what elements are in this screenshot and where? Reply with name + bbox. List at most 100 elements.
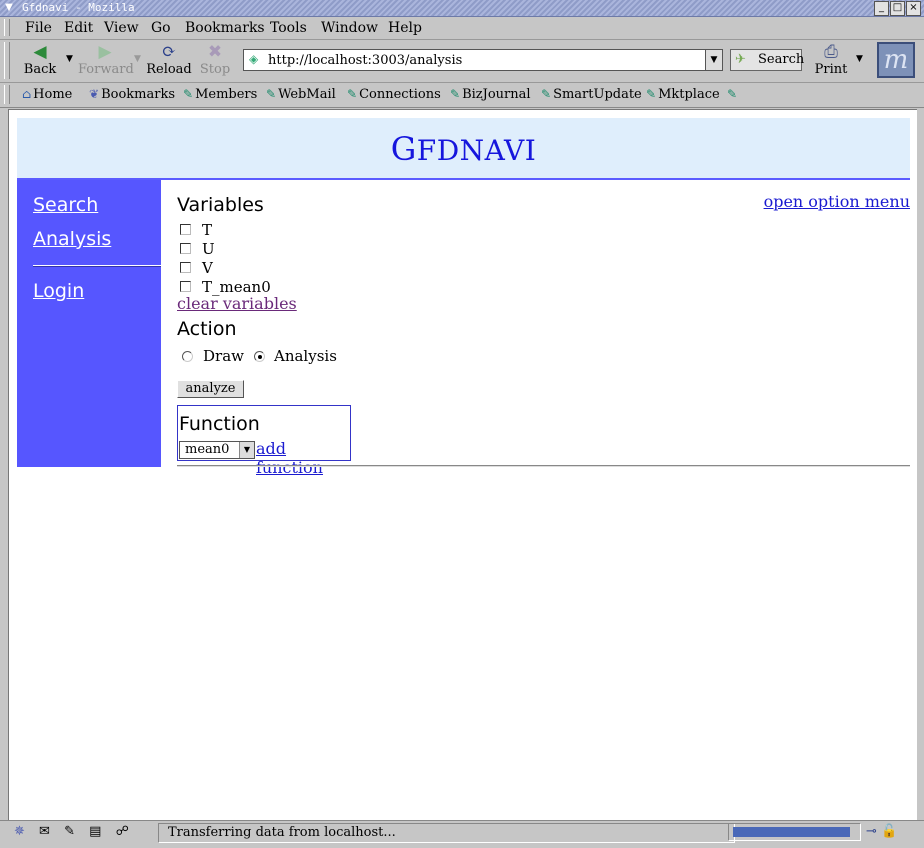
page-content: GFDNAVI Search Analysis Login open optio…: [8, 109, 917, 820]
variables-heading: Variables: [177, 194, 264, 216]
page-proxy-icon[interactable]: ◈: [249, 52, 258, 66]
back-dropdown-icon[interactable]: ▼: [66, 54, 73, 64]
forward-button[interactable]: ▶ Forward: [78, 42, 134, 77]
menu-window[interactable]: Window: [321, 20, 378, 36]
minimize-button[interactable]: _: [874, 1, 889, 16]
print-label: Print: [814, 62, 848, 77]
search-label: Search: [758, 52, 805, 67]
bookmarks-link[interactable]: ❦ Bookmarks: [89, 87, 175, 102]
status-text: Transferring data from localhost...: [158, 823, 735, 843]
variable-label-v: V: [202, 259, 213, 277]
menubar-grip[interactable]: [4, 19, 10, 36]
address-book-icon[interactable]: ▤: [89, 824, 101, 839]
composer-icon[interactable]: ✎: [64, 824, 75, 839]
variable-label-t: T: [202, 221, 213, 239]
variable-checkbox-v[interactable]: [180, 262, 191, 273]
bookmark-icon: ✎: [541, 87, 552, 101]
navigator-icon[interactable]: ✵: [14, 824, 25, 839]
irc-chat-icon[interactable]: ☍: [116, 824, 129, 839]
menu-file[interactable]: File: [25, 20, 52, 36]
back-button[interactable]: ◀ Back: [22, 42, 58, 77]
mktplace-link[interactable]: ✎ Mktplace: [646, 87, 720, 102]
toolbar-grip[interactable]: [4, 42, 10, 79]
webmail-label: WebMail: [278, 87, 336, 102]
menu-tools[interactable]: Tools: [270, 20, 307, 36]
status-bar: ✵ ✉ ✎ ▤ ☍ Transferring data from localho…: [0, 820, 924, 848]
members-link[interactable]: ✎ Members: [183, 87, 257, 102]
action-heading: Action: [177, 318, 237, 340]
home-link[interactable]: ⌂ Home: [22, 87, 72, 102]
component-bar: ✵ ✉ ✎ ▤ ☍: [14, 824, 139, 839]
sidebar-divider: [33, 265, 161, 267]
maximize-button[interactable]: □: [890, 1, 905, 16]
reload-label: Reload: [146, 62, 192, 77]
bookmarks-label: Bookmarks: [101, 87, 175, 102]
open-option-menu-link[interactable]: open option menu: [764, 192, 910, 211]
url-history-dropdown-icon[interactable]: ▼: [705, 50, 722, 70]
webmail-link[interactable]: ✎ WebMail: [266, 87, 336, 102]
home-icon: ⌂: [22, 87, 32, 101]
smartupdate-label: SmartUpdate: [553, 87, 642, 102]
function-heading: Function: [179, 413, 260, 435]
bookmark-icon: ✎: [183, 87, 194, 101]
analyze-button[interactable]: analyze: [177, 380, 244, 398]
menu-edit[interactable]: Edit: [64, 20, 93, 36]
home-label: Home: [33, 87, 73, 102]
menu-go[interactable]: Go: [151, 20, 171, 36]
search-button[interactable]: ✈ Search: [730, 49, 805, 71]
window-title: Gfdnavi - Mozilla: [22, 1, 135, 14]
function-selected-value: mean0: [185, 442, 230, 457]
bookmarks-icon: ❦: [89, 87, 100, 101]
function-panel: Function mean0 ▼ add function: [177, 405, 351, 477]
variable-checkbox-u[interactable]: [180, 243, 191, 254]
url-input[interactable]: [268, 51, 688, 69]
mozilla-throbber-icon[interactable]: m: [877, 42, 915, 78]
reload-icon: ⟳: [161, 42, 177, 62]
print-dropdown-icon[interactable]: ▼: [856, 54, 863, 64]
stop-button[interactable]: ✖ Stop: [199, 42, 231, 77]
window-menu-icon[interactable]: ▼: [3, 2, 15, 13]
forward-dropdown-icon[interactable]: ▼: [134, 54, 141, 64]
menu-bar: File Edit View Go Bookmarks Tools Window…: [0, 17, 924, 40]
bizjournal-label: BizJournal: [462, 87, 531, 102]
bizjournal-link[interactable]: ✎ BizJournal: [450, 87, 531, 102]
connections-link[interactable]: ✎ Connections: [347, 87, 441, 102]
sidebar-item-login[interactable]: Login: [33, 280, 84, 302]
site-logo: GFDNAVI: [391, 130, 537, 168]
action-radio-analysis[interactable]: [254, 351, 265, 362]
variable-checkbox-t-mean0[interactable]: [180, 281, 191, 292]
function-select[interactable]: mean0 ▼: [179, 441, 255, 459]
stop-label: Stop: [199, 62, 231, 77]
online-status-icon[interactable]: ⊸: [866, 824, 877, 839]
personal-toolbar-grip[interactable]: [4, 85, 10, 104]
content-divider: [177, 465, 910, 467]
close-button[interactable]: ×: [906, 1, 921, 16]
sidebar-item-analysis[interactable]: Analysis: [33, 228, 111, 250]
add-function-link[interactable]: add function: [256, 439, 350, 477]
print-button[interactable]: ⎙ Print: [812, 42, 850, 77]
reload-button[interactable]: ⟳ Reload: [146, 42, 192, 77]
stop-icon: ✖: [207, 42, 223, 62]
forward-arrow-icon: ▶: [98, 42, 112, 62]
smartupdate-link[interactable]: ✎ SmartUpdate: [541, 87, 642, 102]
members-label: Members: [195, 87, 258, 102]
url-bar[interactable]: ◈ ▼: [243, 49, 723, 71]
sidebar-item-search[interactable]: Search: [33, 194, 98, 216]
menu-bookmarks[interactable]: Bookmarks: [185, 20, 265, 36]
status-icons-right: ⊸ 🔓: [866, 824, 897, 839]
mail-icon[interactable]: ✉: [39, 824, 50, 839]
more-bookmarks-icon[interactable]: ✎: [727, 87, 739, 102]
site-banner: GFDNAVI: [17, 118, 910, 180]
menu-help[interactable]: Help: [388, 20, 422, 36]
logo-initial: G: [390, 130, 417, 168]
security-lock-icon[interactable]: 🔓: [881, 824, 897, 839]
bookmark-icon: ✎: [727, 87, 738, 101]
search-icon: ✈: [735, 52, 746, 67]
variable-checkbox-t[interactable]: [180, 224, 191, 235]
sidebar: Search Analysis Login: [17, 180, 161, 467]
back-label: Back: [23, 62, 57, 77]
clear-variables-link[interactable]: clear variables: [177, 294, 297, 313]
progress-meter: [728, 823, 861, 841]
action-radio-draw[interactable]: [182, 351, 193, 362]
menu-view[interactable]: View: [104, 20, 139, 36]
